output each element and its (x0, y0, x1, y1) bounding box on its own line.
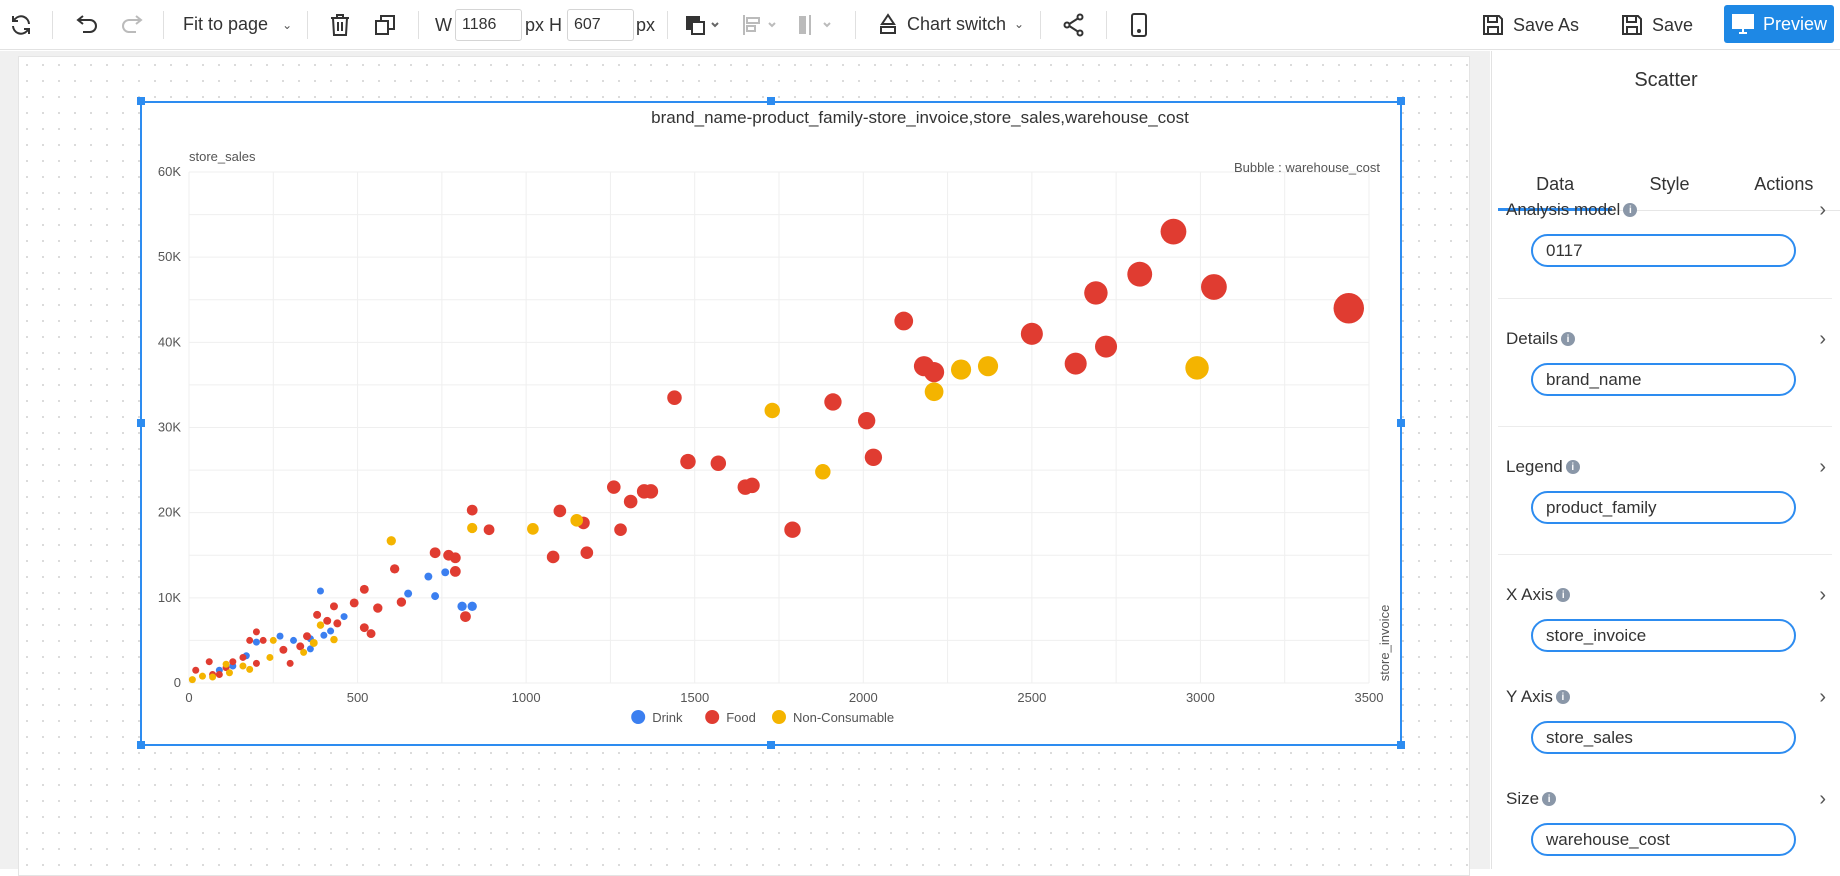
y-axis-field[interactable]: store_sales (1531, 721, 1796, 754)
share-icon[interactable] (1058, 7, 1090, 43)
monitor-icon (1731, 14, 1754, 34)
height-unit: px (636, 15, 656, 35)
preview-label: Preview (1762, 13, 1828, 34)
field-label: X Axis (1506, 585, 1554, 604)
toolbar-divider (52, 11, 53, 39)
toolbar-divider (163, 11, 164, 39)
field-label-wrap: Legend i (1506, 455, 1826, 479)
save-label: Save (1652, 14, 1694, 35)
height-input[interactable] (567, 9, 634, 41)
field-label-wrap: Y Axis i (1506, 685, 1826, 709)
resize-handle[interactable] (137, 419, 145, 427)
field-label: Analysis model (1506, 200, 1621, 219)
copy-icon[interactable] (370, 7, 400, 43)
width-label: W (435, 15, 452, 35)
layer-order-icon[interactable] (683, 7, 723, 43)
resize-handle[interactable] (137, 97, 145, 105)
toolbar-divider (855, 11, 856, 39)
height-label: H (549, 15, 562, 35)
chevron-right-icon[interactable]: › (1819, 585, 1826, 605)
chevron-down-icon: ⌄ (1014, 17, 1025, 31)
field-x-axis: X Axis i › store_invoice (1506, 583, 1826, 652)
info-icon: i (1542, 792, 1557, 806)
field-analysis-model: Analysis model i › 0117 (1506, 198, 1826, 267)
resize-handle[interactable] (767, 741, 775, 749)
info-icon: i (1565, 460, 1580, 474)
resize-handle[interactable] (137, 741, 145, 749)
zoom-select-value: Fit to page (183, 14, 269, 34)
chart-switch-label: Chart switch (907, 13, 1007, 34)
toolbar-divider (667, 11, 668, 39)
field-details: Details i › brand_name (1506, 327, 1826, 396)
distribute-icon (795, 7, 835, 43)
delete-icon[interactable] (325, 7, 355, 43)
save-button[interactable]: Save (1620, 13, 1693, 37)
resize-handle[interactable] (1397, 97, 1405, 105)
chevron-right-icon[interactable]: › (1819, 329, 1826, 349)
panel-title: Scatter (1634, 69, 1698, 91)
field-label: Details (1506, 329, 1558, 348)
divider (1498, 426, 1832, 427)
info-icon: i (1623, 203, 1638, 217)
toolbar-divider (1040, 11, 1041, 39)
divider (1498, 298, 1832, 299)
resize-handle[interactable] (767, 97, 775, 105)
field-label: Legend (1506, 457, 1563, 476)
toolbar-divider (307, 11, 308, 39)
preview-button[interactable]: Preview (1724, 5, 1834, 43)
width-input[interactable] (455, 9, 522, 41)
chevron-right-icon[interactable]: › (1819, 457, 1826, 477)
chevron-right-icon[interactable]: › (1819, 789, 1826, 809)
legend-field[interactable]: product_family (1531, 491, 1796, 524)
undo-icon[interactable] (70, 7, 102, 43)
divider (1498, 554, 1832, 555)
chart-switch-button[interactable]: Chart switch ⌄ (877, 13, 1024, 35)
field-y-axis: Y Axis i › store_sales (1506, 685, 1826, 754)
refresh-icon[interactable] (6, 7, 36, 43)
field-size: Size i › warehouse_cost (1506, 787, 1826, 856)
info-icon: i (1560, 332, 1575, 346)
x-axis-field[interactable]: store_invoice (1531, 619, 1796, 652)
field-label-wrap: X Axis i (1506, 583, 1826, 607)
details-field[interactable]: brand_name (1531, 363, 1796, 396)
field-label-wrap: Analysis model i (1506, 198, 1826, 222)
field-label-wrap: Size i (1506, 787, 1826, 811)
width-unit: px (525, 15, 545, 35)
chevron-down-icon: ⌄ (282, 17, 293, 32)
toolbar-divider (418, 11, 419, 39)
property-panel: Scatter Data Style Actions Analysis mode… (1491, 51, 1840, 869)
field-legend: Legend i › product_family (1506, 455, 1826, 524)
zoom-select[interactable]: Fit to page ⌄ (183, 14, 292, 35)
align-icon (740, 7, 780, 43)
save-as-label: Save As (1513, 14, 1580, 35)
info-icon: i (1555, 690, 1570, 704)
save-as-icon (1483, 15, 1503, 35)
resize-handle[interactable] (1397, 419, 1405, 427)
save-as-button[interactable]: Save As (1481, 13, 1579, 37)
field-label-wrap: Details i (1506, 327, 1826, 351)
chart-switch-icon (880, 13, 896, 34)
field-label: Y Axis (1506, 687, 1553, 706)
save-icon (1622, 15, 1642, 35)
info-icon: i (1556, 588, 1571, 602)
chevron-right-icon[interactable]: › (1819, 687, 1826, 707)
chart-widget[interactable] (140, 101, 1402, 746)
redo-icon[interactable] (117, 7, 149, 43)
mobile-icon[interactable] (1124, 7, 1154, 43)
toolbar-divider (1106, 11, 1107, 39)
resize-handle[interactable] (1397, 741, 1405, 749)
size-field[interactable]: warehouse_cost (1531, 823, 1796, 856)
analysis-model-field[interactable]: 0117 (1531, 234, 1796, 267)
field-label: Size (1506, 789, 1540, 808)
toolbar: Fit to page ⌄ W px H px Chart switch ⌄ S… (0, 0, 1840, 50)
chevron-right-icon[interactable]: › (1819, 200, 1826, 220)
